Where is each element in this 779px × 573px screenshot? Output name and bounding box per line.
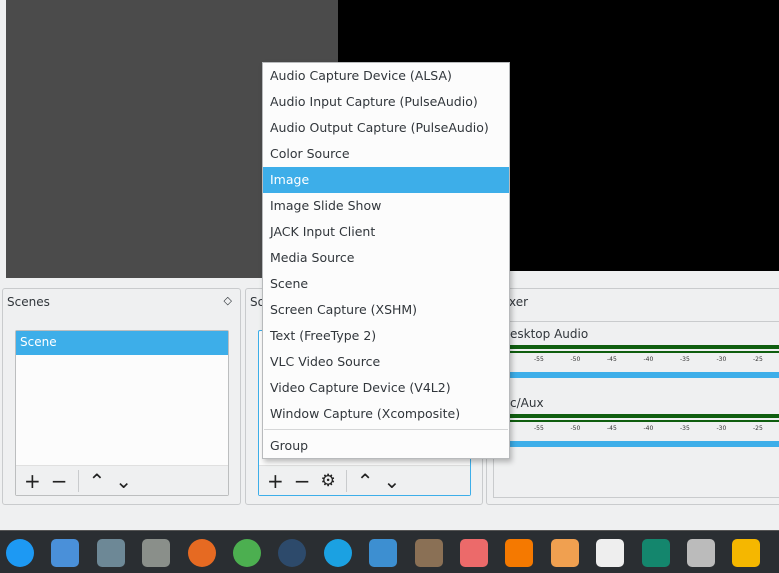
scenes-toolbar: + − ⌃ ⌄: [16, 465, 228, 495]
tick-label: -25: [753, 425, 763, 432]
mic-aux-meter: [510, 420, 779, 422]
menu-item[interactable]: Audio Output Capture (PulseAudio): [263, 115, 509, 141]
mixer-title: xer: [509, 295, 529, 309]
tick-label: -50: [570, 356, 581, 363]
scene-item[interactable]: Scene: [16, 331, 228, 355]
menu-item[interactable]: VLC Video Source: [263, 349, 509, 375]
menu-item[interactable]: Video Capture Device (V4L2): [263, 375, 509, 401]
desktop-audio-meter: [510, 351, 779, 353]
desktop-audio-meter: [510, 345, 779, 349]
desktop-audio-volume-slider[interactable]: [510, 372, 779, 378]
taskbar: [0, 530, 779, 573]
menu-item[interactable]: Image Slide Show: [263, 193, 509, 219]
scenes-panel: Scenes ◇ Scene + − ⌃ ⌄: [2, 288, 241, 505]
menu-item[interactable]: Scene: [263, 271, 509, 297]
menu-separator: [264, 429, 508, 430]
menu-item[interactable]: Image: [263, 167, 509, 193]
firefox-icon[interactable]: [187, 539, 216, 567]
menu-item[interactable]: Media Source: [263, 245, 509, 271]
tick-label: -30: [716, 356, 727, 363]
add-icon[interactable]: +: [24, 469, 41, 493]
menu-item[interactable]: Screen Capture (XSHM): [263, 297, 509, 323]
add-source-menu: Audio Capture Device (ALSA) Audio Input C…: [262, 62, 510, 459]
vlc-icon[interactable]: [505, 539, 534, 567]
document-icon[interactable]: [596, 539, 625, 567]
tick-label: -35: [680, 425, 690, 432]
chrome-icon[interactable]: [233, 539, 261, 567]
tick-label: -40: [643, 356, 654, 363]
mic-aux-meter: [510, 414, 779, 418]
divider: [77, 469, 79, 492]
kde-menu-icon[interactable]: [6, 539, 34, 567]
scenes-list: Scene + − ⌃ ⌄: [15, 330, 229, 496]
desktop-icon[interactable]: [51, 539, 80, 567]
mic-aux-label: c/Aux: [510, 396, 544, 410]
menu-item[interactable]: Color Source: [263, 141, 509, 167]
move-up-icon[interactable]: ⌃: [89, 469, 106, 493]
move-down-icon[interactable]: ⌄: [384, 469, 401, 493]
move-down-icon[interactable]: ⌄: [115, 469, 132, 493]
audio-recorder-icon[interactable]: [732, 539, 761, 567]
tick-label: -55: [534, 425, 544, 432]
tick-label: -50: [570, 425, 581, 432]
presentation-icon[interactable]: [460, 539, 488, 567]
steam-icon[interactable]: [278, 539, 307, 567]
scenes-title: Scenes: [7, 295, 50, 309]
tick-label: -35: [680, 356, 690, 363]
mic-aux-volume-slider[interactable]: [510, 441, 779, 447]
tick-label: -30: [716, 425, 727, 432]
sources-toolbar: + − ⚙ ⌃ ⌄: [259, 465, 470, 495]
screenshot-icon[interactable]: [96, 539, 125, 567]
feather-icon[interactable]: [550, 539, 579, 567]
menu-item[interactable]: JACK Input Client: [263, 219, 509, 245]
menu-item-group[interactable]: Group: [263, 433, 509, 459]
menu-item[interactable]: Text (FreeType 2): [263, 323, 509, 349]
file-manager-icon[interactable]: [142, 539, 171, 567]
add-icon[interactable]: +: [267, 469, 284, 493]
gear-icon[interactable]: ⚙: [321, 471, 336, 491]
tick-label: -25: [753, 356, 763, 363]
menu-item[interactable]: Audio Capture Device (ALSA): [263, 63, 509, 89]
tick-label: -45: [607, 356, 617, 363]
divider: [345, 469, 347, 492]
tick-label: -40: [643, 425, 654, 432]
move-up-icon[interactable]: ⌃: [357, 469, 374, 493]
tick-label: -45: [607, 425, 617, 432]
krita-icon[interactable]: [414, 539, 443, 567]
dock-float-icon[interactable]: ◇: [224, 294, 232, 307]
remove-icon[interactable]: −: [294, 469, 311, 493]
tick-label: -55: [534, 356, 544, 363]
shutter-icon[interactable]: [369, 539, 398, 567]
desktop-audio-label: esktop Audio: [510, 327, 589, 341]
pdf-editor-icon[interactable]: [687, 539, 715, 567]
menu-item[interactable]: Window Capture (Xcomposite): [263, 401, 509, 427]
menu-item[interactable]: Audio Input Capture (PulseAudio): [263, 89, 509, 115]
skype-icon[interactable]: [323, 539, 352, 567]
notes-icon[interactable]: [641, 539, 670, 567]
remove-icon[interactable]: −: [51, 469, 68, 493]
